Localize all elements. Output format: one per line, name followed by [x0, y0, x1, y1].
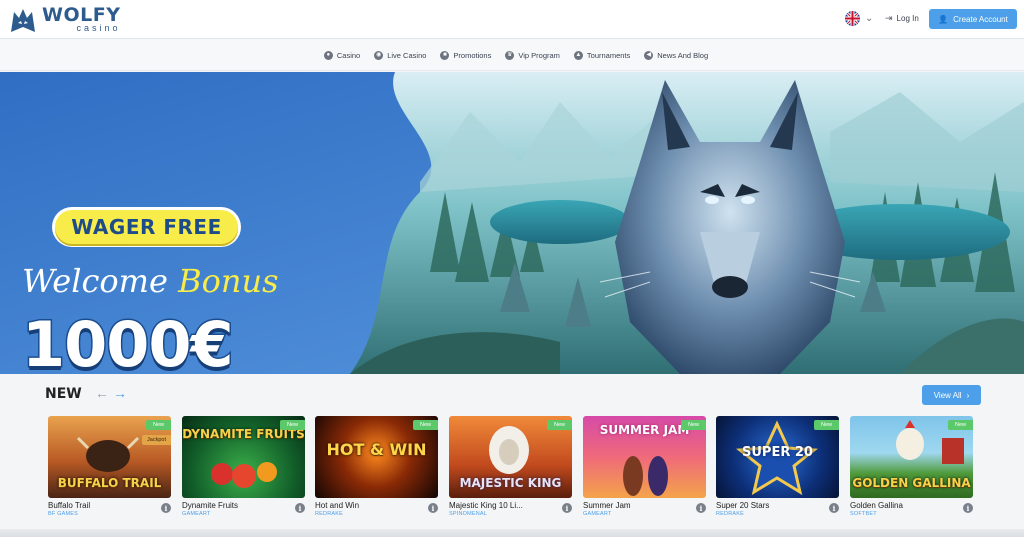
login-icon: ⇥: [885, 13, 893, 23]
game-thumbnail[interactable]: SUPER 20 New: [716, 416, 839, 498]
casino-chip-icon: ●: [323, 50, 333, 60]
main-nav: ● Casino ◉ Live Casino ■ Promotions ♛ Vi…: [0, 40, 1024, 71]
game-name[interactable]: Super 20 Stars: [716, 501, 821, 510]
login-link[interactable]: ⇥ Log In: [885, 13, 919, 24]
new-badge: New: [412, 420, 438, 430]
game-card[interactable]: BUFFALO TRAIL New Jackpot Buffalo Trail …: [48, 416, 171, 517]
welcome-text: Welcome: [22, 262, 168, 300]
gift-icon: ■: [440, 50, 450, 60]
bonus-amount: 1000€: [21, 307, 236, 375]
login-label: Log In: [896, 14, 919, 23]
nav-item-live-casino[interactable]: ◉ Live Casino: [374, 50, 427, 60]
game-card[interactable]: HOT & WIN New Hot and Win REDRAKE i: [315, 416, 438, 517]
thumb-title: BUFFALO TRAIL: [57, 476, 162, 491]
info-icon[interactable]: i: [161, 503, 171, 513]
nav-label: Live Casino: [387, 50, 427, 60]
carousel-next-arrow-icon[interactable]: →: [113, 385, 127, 401]
new-badge: New: [145, 420, 171, 430]
nav-item-news-and-blog[interactable]: ◀ News And Blog: [644, 50, 709, 60]
thumb-title: MAJESTIC KING: [459, 476, 562, 491]
game-provider: SPINOMENAL: [449, 511, 488, 517]
thumb-title: HOT & WIN: [326, 440, 427, 459]
nav-item-vip-program[interactable]: ♛ Vip Program: [505, 50, 560, 60]
game-thumbnail[interactable]: GOLDEN GALLINA New: [850, 416, 973, 498]
game-card[interactable]: MAJESTIC KING New Majestic King 10 Li...…: [449, 416, 572, 517]
badge-text: WAGER FREE: [71, 215, 222, 239]
info-icon[interactable]: i: [295, 503, 305, 513]
game-card[interactable]: SUPER 20 New Super 20 Stars REDRAKE i: [716, 416, 839, 517]
welcome-bonus-heading: Welcome Bonus: [22, 262, 279, 300]
game-thumbnail[interactable]: MAJESTIC KING New: [449, 416, 572, 498]
live-icon: ◉: [374, 50, 384, 60]
carousel-prev-arrow-icon[interactable]: ←: [95, 385, 109, 401]
game-provider: SOFTBET: [850, 511, 877, 517]
new-badge: New: [279, 420, 305, 430]
create-account-button[interactable]: 👤 Create Account: [929, 9, 1017, 29]
nav-label: News And Blog: [657, 50, 709, 60]
chevron-down-icon: ⌄: [865, 13, 874, 24]
thumb-title: GOLDEN GALLINA: [852, 476, 971, 491]
game-provider: BF GAMES: [48, 511, 79, 517]
jackpot-badge: Jackpot: [142, 435, 171, 445]
game-card[interactable]: GOLDEN GALLINA New Golden Gallina SOFTBE…: [850, 416, 973, 517]
uk-flag-icon: [845, 11, 860, 26]
add-user-icon: 👤: [938, 14, 949, 24]
game-provider: GAMEART: [583, 511, 612, 517]
game-name[interactable]: Summer Jam: [583, 501, 688, 510]
language-selector[interactable]: ⌄: [845, 11, 873, 26]
bonus-text: Bonus: [178, 262, 279, 300]
wager-free-badge: WAGER FREE: [55, 210, 238, 244]
game-name[interactable]: Majestic King 10 Li...: [449, 501, 554, 510]
view-all-label: View All: [933, 390, 962, 400]
chevron-right-icon: ›: [966, 390, 970, 400]
game-name[interactable]: Golden Gallina: [850, 501, 955, 510]
nav-label: Vip Program: [518, 50, 560, 60]
nav-item-promotions[interactable]: ■ Promotions: [440, 50, 492, 60]
nav-item-casino[interactable]: ● Casino: [323, 50, 361, 60]
game-card[interactable]: DYNAMITE FRUITS New Dynamite Fruits GAME…: [182, 416, 305, 517]
thumb-title: SUPER 20: [742, 445, 813, 460]
nav-label: Casino: [336, 50, 361, 60]
crown-icon: ♛: [505, 50, 515, 60]
nav-label: Promotions: [453, 50, 492, 60]
new-badge: New: [680, 420, 706, 430]
new-badge: New: [546, 420, 572, 430]
create-account-label: Create Account: [953, 14, 1008, 24]
game-thumbnail[interactable]: HOT & WIN New: [315, 416, 438, 498]
game-thumbnail[interactable]: BUFFALO TRAIL New Jackpot: [48, 416, 171, 498]
new-badge: New: [813, 420, 839, 430]
nav-label: Tournaments: [586, 50, 631, 60]
info-icon[interactable]: i: [428, 503, 438, 513]
info-icon[interactable]: i: [696, 503, 706, 513]
section-title: NEW: [45, 386, 82, 402]
trophy-icon: ▲: [573, 50, 583, 60]
bottom-divider: [0, 529, 1024, 537]
nav-item-tournaments[interactable]: ▲ Tournaments: [573, 50, 631, 60]
game-name[interactable]: Hot and Win: [315, 501, 420, 510]
game-thumbnail[interactable]: SUMMER JAM New: [583, 416, 706, 498]
top-header: WOLFY casino ⌄ ⇥ Log In 👤 Create Account: [0, 0, 1024, 39]
hero-banner[interactable]: WAGER FREE Welcome Bonus 1000€: [0, 72, 1024, 374]
game-card[interactable]: SUMMER JAM New Summer Jam GAMEART i: [583, 416, 706, 517]
megaphone-icon: ◀: [644, 50, 654, 60]
info-icon[interactable]: i: [963, 503, 973, 513]
wolf-logo-icon: [11, 8, 35, 32]
game-provider: GAMEART: [182, 511, 211, 517]
game-provider: REDRAKE: [315, 511, 343, 517]
info-icon[interactable]: i: [562, 503, 572, 513]
game-thumbnail[interactable]: DYNAMITE FRUITS New: [182, 416, 305, 498]
logo[interactable]: WOLFY casino: [8, 4, 120, 35]
game-provider: REDRAKE: [716, 511, 744, 517]
game-name[interactable]: Buffalo Trail: [48, 501, 153, 510]
new-badge: New: [947, 420, 973, 430]
game-name[interactable]: Dynamite Fruits: [182, 501, 287, 510]
info-icon[interactable]: i: [829, 503, 839, 513]
view-all-button[interactable]: View All ›: [922, 385, 981, 405]
